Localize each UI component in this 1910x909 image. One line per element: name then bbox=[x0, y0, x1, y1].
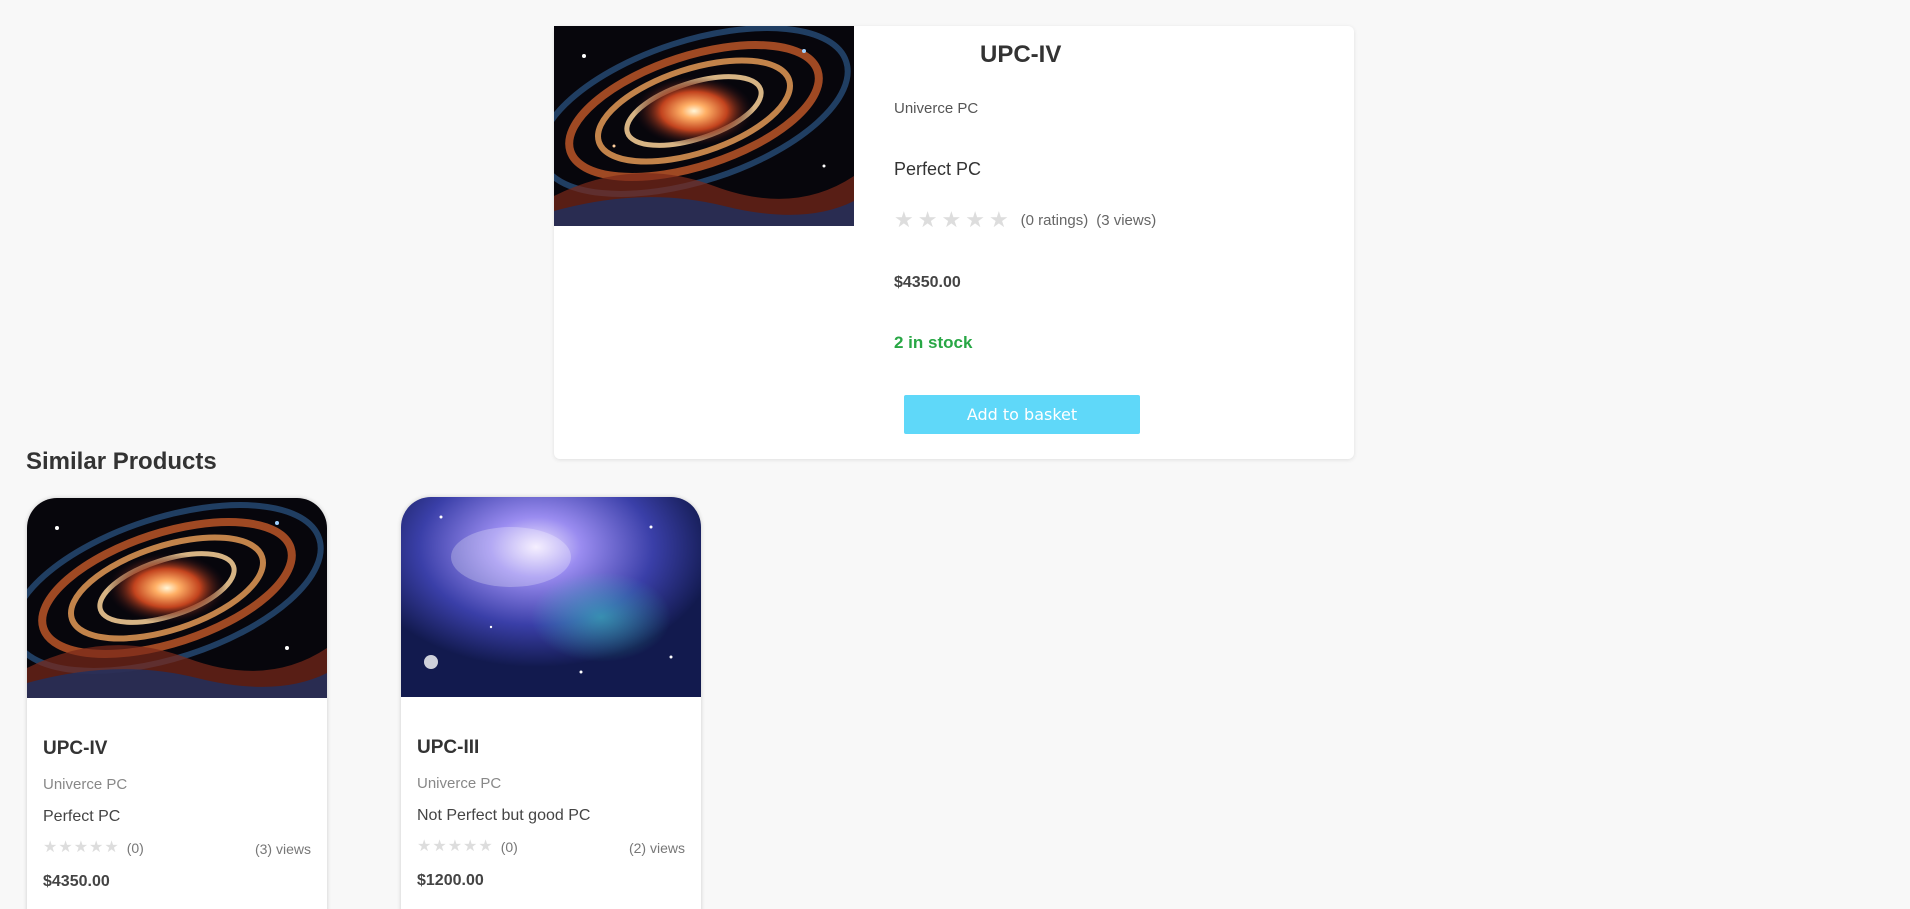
star-icon: ★ bbox=[73, 839, 89, 856]
star-icon: ★ bbox=[447, 838, 463, 855]
star-icon: ★ bbox=[417, 838, 432, 855]
stock-status: 2 in stock bbox=[894, 333, 973, 352]
product-card-price: $1200.00 bbox=[417, 872, 484, 889]
product-card-title[interactable]: UPC-III bbox=[417, 737, 479, 759]
product-brand: Univerce PC bbox=[894, 100, 979, 117]
product-image bbox=[554, 26, 854, 226]
product-rating-row: ★ ★ ★ ★ ★ (0 ratings) (3 views) bbox=[894, 209, 1156, 231]
star-icon: ★ bbox=[104, 839, 119, 856]
star-icon: ★ bbox=[43, 839, 58, 856]
star-icon[interactable]: ★ bbox=[894, 209, 914, 231]
ratings-count: (0 ratings) bbox=[1020, 211, 1089, 229]
star-icon: ★ bbox=[89, 839, 104, 856]
product-card-views: (2) views bbox=[628, 840, 685, 856]
star-icon[interactable]: ★ bbox=[965, 209, 985, 231]
rating-count: (0) bbox=[126, 840, 144, 856]
product-title: UPC-IV bbox=[980, 41, 1062, 68]
star-icon[interactable]: ★ bbox=[941, 209, 961, 231]
product-card-price: $4350.00 bbox=[43, 873, 110, 890]
star-icon: ★ bbox=[432, 838, 447, 855]
product-card-title[interactable]: UPC-IV bbox=[43, 738, 107, 760]
blue-nebula-image bbox=[401, 497, 701, 697]
similar-products-heading: Similar Products bbox=[26, 448, 217, 475]
views-count: (3 views) bbox=[1096, 211, 1157, 229]
star-icon: ★ bbox=[58, 839, 73, 856]
star-icon: ★ bbox=[463, 838, 478, 855]
product-card-description: Perfect PC bbox=[43, 808, 121, 825]
galaxy-spiral-image bbox=[554, 26, 854, 226]
product-card-brand: Univerce PC bbox=[417, 775, 502, 792]
galaxy-spiral-image bbox=[27, 498, 327, 698]
star-icon[interactable]: ★ bbox=[989, 209, 1009, 231]
star-rating: ★ ★ ★ ★ ★ bbox=[417, 839, 493, 855]
star-rating: ★ ★ ★ ★ ★ bbox=[43, 840, 119, 856]
rating-count: (0) bbox=[500, 839, 518, 855]
product-card[interactable]: UPC-IV Univerce PC Perfect PC ★ ★ ★ ★ ★ … bbox=[27, 498, 327, 909]
product-price: $4350.00 bbox=[894, 274, 961, 291]
product-detail-card: UPC-IV Univerce PC Perfect PC ★ ★ ★ ★ ★ … bbox=[554, 26, 1354, 459]
star-rating[interactable]: ★ ★ ★ ★ ★ bbox=[894, 209, 1009, 231]
star-icon: ★ bbox=[478, 838, 493, 855]
product-card-rating: ★ ★ ★ ★ ★ (0) bbox=[417, 839, 518, 856]
product-description: Perfect PC bbox=[894, 159, 982, 179]
product-card-image[interactable] bbox=[27, 498, 327, 698]
product-card-brand: Univerce PC bbox=[43, 776, 128, 793]
product-card-views: (3) views bbox=[254, 841, 311, 857]
add-to-basket-button[interactable]: Add to basket bbox=[904, 395, 1140, 434]
product-card[interactable]: UPC-III Univerce PC Not Perfect but good… bbox=[401, 497, 701, 909]
product-card-description: Not Perfect but good PC bbox=[417, 807, 591, 824]
product-card-image[interactable] bbox=[401, 497, 701, 697]
star-icon[interactable]: ★ bbox=[918, 209, 938, 231]
product-card-rating: ★ ★ ★ ★ ★ (0) bbox=[43, 840, 144, 857]
product-page: UPC-IV Univerce PC Perfect PC ★ ★ ★ ★ ★ … bbox=[0, 0, 1910, 909]
